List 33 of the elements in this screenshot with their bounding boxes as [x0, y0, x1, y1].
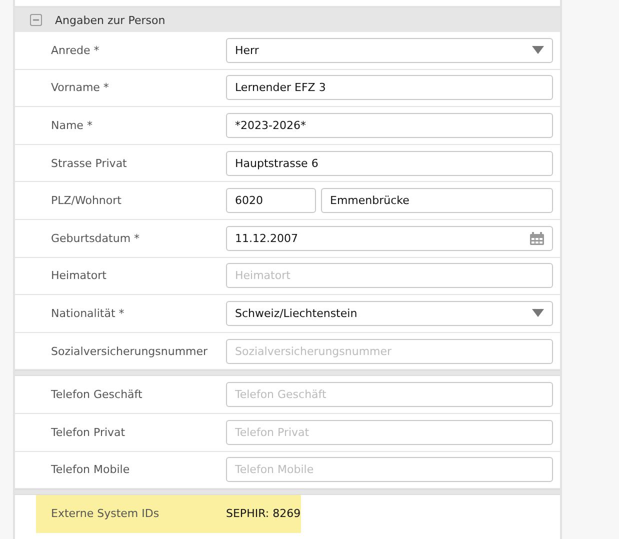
input-field[interactable]: *2023-2026*: [226, 112, 553, 138]
field-label: Telefon Geschäft: [51, 388, 142, 402]
input-field[interactable]: 6020: [226, 188, 316, 214]
field-label: Vorname *: [51, 81, 109, 94]
field-label: Nationalität *: [51, 306, 124, 320]
field-label: Strasse Privat: [51, 156, 127, 170]
field-label: Geburtsdatum *: [51, 232, 140, 245]
section-title: Angaben zur Person: [55, 14, 166, 26]
collapse-toggle[interactable]: [30, 14, 42, 26]
field-label: Sozialversicherungsnummer: [51, 344, 208, 358]
input-field[interactable]: Telefon Privat: [226, 420, 553, 445]
dropdown[interactable]: Schweiz/Liechtenstein: [226, 300, 553, 326]
input-field[interactable]: Heimatort: [226, 263, 553, 288]
minus-icon: [33, 17, 39, 23]
caret-icon: [532, 309, 544, 318]
input-field[interactable]: Emmenbrücke: [321, 188, 553, 214]
field-label: PLZ/Wohnort: [51, 194, 122, 208]
field-label: Heimatort: [51, 269, 106, 282]
input-field[interactable]: Sozialversicherungsnummer: [226, 338, 553, 364]
date-field[interactable]: 11.12.2007: [226, 226, 553, 251]
input-field[interactable]: Telefon Geschäft: [226, 382, 553, 408]
field-label: Externe System IDs: [51, 507, 160, 520]
field-label: Telefon Mobile: [51, 463, 130, 476]
dropdown[interactable]: Herr: [226, 38, 553, 63]
field-value: SEPHIR: 8269: [226, 507, 301, 520]
input-field[interactable]: Hauptstrasse 6: [226, 150, 553, 176]
field-label: Anrede *: [51, 44, 100, 57]
field-label: Telefon Privat: [51, 426, 126, 439]
caret-icon: [532, 46, 544, 54]
field-label: Name *: [51, 118, 92, 132]
input-field[interactable]: Lernender EFZ 3: [226, 75, 553, 100]
input-field[interactable]: Telefon Mobile: [226, 457, 553, 482]
calendar-icon: [530, 232, 544, 245]
